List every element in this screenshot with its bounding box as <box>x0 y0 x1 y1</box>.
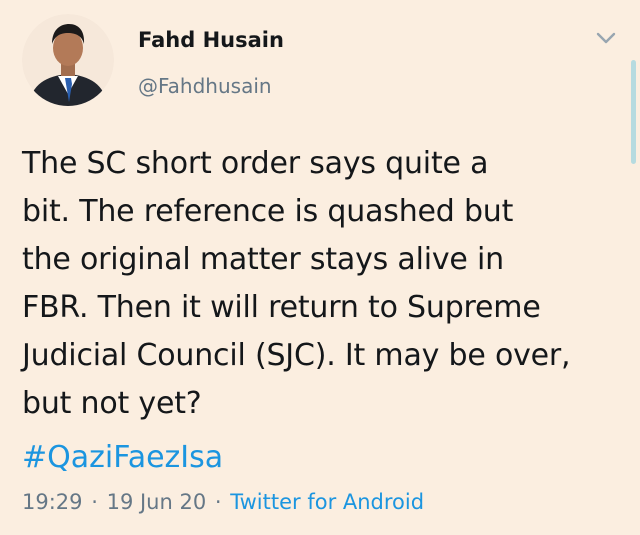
tweet-text-line: bit. The reference is quashed but <box>22 194 514 229</box>
avatar-image <box>22 14 114 106</box>
tweet-date[interactable]: 19 Jun 20 <box>107 490 207 514</box>
meta-separator: · <box>91 490 98 514</box>
tweet-meta: 19:29 · 19 Jun 20 · Twitter for Android <box>22 490 424 514</box>
tweet-text-line: The SC short order says quite a <box>22 146 489 181</box>
tweet-source-link[interactable]: Twitter for Android <box>230 490 424 514</box>
display-name[interactable]: Fahd Husain <box>138 28 284 52</box>
tweet-text-line: the original matter stays alive in <box>22 242 504 277</box>
tweet-text-line: FBR. Then it will return to Supreme <box>22 290 541 325</box>
meta-separator: · <box>214 490 222 514</box>
tweet-text: The SC short order says quite a bit. The… <box>22 140 622 428</box>
user-handle[interactable]: @Fahdhusain <box>138 74 272 98</box>
chevron-down-icon[interactable] <box>592 26 620 50</box>
tweet-time: 19:29 <box>22 490 83 514</box>
avatar[interactable] <box>22 14 114 106</box>
tweet-text-line: Judicial Council (SJC). It may be over, <box>22 338 571 373</box>
scrollbar[interactable] <box>631 60 636 164</box>
tweet-card: Fahd Husain @Fahdhusain The SC short ord… <box>0 0 640 535</box>
tweet-text-line: but not yet? <box>22 386 202 421</box>
hashtag-link[interactable]: #QaziFaezIsa <box>22 434 223 482</box>
